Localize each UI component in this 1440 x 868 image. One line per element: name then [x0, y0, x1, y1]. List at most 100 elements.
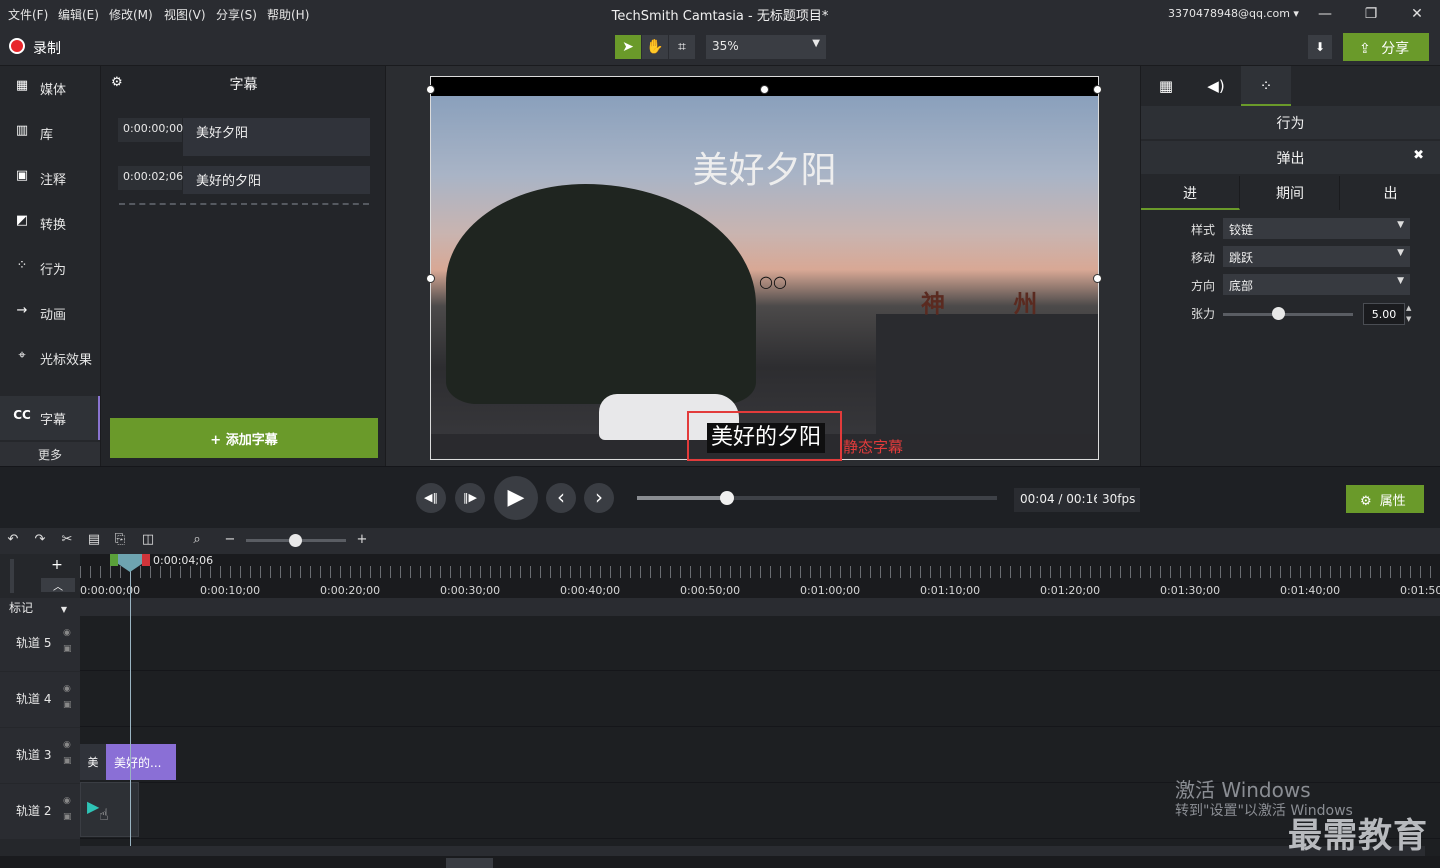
zoom-icon[interactable]: ⌕ [188, 532, 206, 550]
previous-button[interactable]: ‹ [546, 483, 576, 513]
tab-during[interactable]: 期间 [1241, 176, 1340, 210]
tick-label: 0:01:40;00 [1280, 584, 1341, 597]
hand-icon[interactable]: ✋ [642, 35, 668, 59]
clip-label: 美好的... [114, 756, 162, 770]
record-button[interactable]: 录制 [33, 38, 61, 58]
time-ruler[interactable]: 0:00:00;00 0:00:10;00 0:00:20;00 0:00:30… [80, 554, 1440, 598]
close-icon[interactable]: ✖ [1413, 148, 1424, 163]
nav-captions[interactable]: CC 字幕 [0, 396, 100, 440]
undo-icon[interactable]: ↶ [4, 532, 22, 550]
timeline-zoom-thumb[interactable] [289, 534, 302, 547]
eye-icon[interactable]: ◉ [63, 684, 71, 694]
horizontal-scrollbar[interactable] [80, 846, 1425, 856]
lock-icon[interactable]: ▣ [63, 756, 72, 766]
marker-label[interactable]: 标记 ▼ [9, 599, 67, 616]
split-icon[interactable]: ◫ [139, 532, 157, 550]
nav-transitions[interactable]: ◩ 转换 [0, 201, 100, 245]
zoom-in-icon[interactable]: + [353, 532, 371, 550]
track-row[interactable]: 轨道 4 ◉ ▣ [0, 672, 1440, 727]
close-window-button[interactable]: ✕ [1405, 4, 1429, 24]
timeline: + ︿ 0:00:00;00 0:00:10;00 0:00:20;00 0:0… [0, 554, 1440, 868]
caption-text-field[interactable]: 美好的夕阳 [183, 166, 370, 194]
scrollbar-thumb[interactable] [446, 858, 493, 868]
zoom-out-icon[interactable]: − [221, 532, 239, 550]
track-height-slider[interactable] [10, 559, 14, 593]
tick-label: 0:01:10;00 [920, 584, 981, 597]
track-header[interactable]: 轨道 3 ◉ ▣ [0, 728, 80, 783]
play-button[interactable]: ▶ [494, 476, 538, 520]
tension-stepper[interactable]: ▲ ▼ [1406, 303, 1413, 325]
minimize-button[interactable]: — [1313, 4, 1337, 24]
resize-handle[interactable] [1093, 274, 1102, 283]
copy-icon[interactable]: ▤ [85, 532, 103, 550]
scrub-thumb[interactable] [720, 491, 734, 505]
step-back-button[interactable]: ◀‖ [416, 483, 446, 513]
nav-behaviors[interactable]: ⁘ 行为 [0, 246, 100, 290]
share-button[interactable]: ⇪ 分享 [1343, 33, 1429, 61]
add-track-icon[interactable]: + [50, 558, 64, 572]
left-nav: ▦ 媒体 ▥ 库 ▣ 注释 ◩ 转换 ⁘ 行为 → 动画 ⌖ 光标效果 CC 字 [0, 66, 100, 466]
caption-text-field[interactable]: 美好夕阳 [183, 118, 370, 156]
caption-overlay[interactable]: 美好的夕阳 [707, 423, 826, 453]
visual-properties-icon[interactable]: ▦ [1141, 66, 1191, 106]
direction-select[interactable]: 底部 ▼ [1223, 274, 1410, 295]
tab-out[interactable]: 出 [1341, 176, 1440, 210]
lock-icon[interactable]: ▣ [63, 644, 72, 654]
eye-icon[interactable]: ◉ [63, 628, 71, 638]
nav-annotations[interactable]: ▣ 注释 [0, 156, 100, 200]
resize-handle[interactable] [760, 85, 769, 94]
nav-media[interactable]: ▦ 媒体 [0, 66, 100, 110]
pointer-icon[interactable]: ➤ [615, 35, 641, 59]
add-caption-button[interactable]: + 添加字幕 [110, 418, 378, 458]
eye-icon[interactable]: ◉ [63, 796, 71, 806]
caption-time[interactable]: 0:00:00;00 [118, 118, 183, 142]
properties-button[interactable]: ⚙ 属性 [1346, 485, 1424, 513]
tick-label: 0:00:00;00 [80, 584, 141, 597]
next-button[interactable]: › [584, 483, 614, 513]
transition-icon: ◩ [15, 213, 29, 228]
paste-icon[interactable]: ⎘ [111, 532, 129, 550]
title-bar: 文件(F) 编辑(E) 修改(M) 视图(V) 分享(S) 帮助(H) Tech… [0, 0, 1440, 28]
crop-icon[interactable]: ⌗ [669, 35, 695, 59]
nav-cursor-effects[interactable]: ⌖ 光标效果 [0, 336, 100, 380]
account-menu[interactable]: 3370478948@qq.com ▾ [1168, 7, 1299, 20]
nav-animations[interactable]: → 动画 [0, 291, 100, 335]
resize-handle[interactable] [426, 85, 435, 94]
download-icon[interactable]: ⬇ [1308, 35, 1332, 59]
behavior-properties-icon[interactable]: ⁘ [1241, 66, 1291, 106]
collapse-button[interactable]: ︿ [41, 578, 75, 593]
redo-icon[interactable]: ↷ [31, 532, 49, 550]
movement-select[interactable]: 跳跃 ▼ [1223, 246, 1410, 267]
audio-properties-icon[interactable]: ◀) [1191, 66, 1241, 106]
tension-slider-thumb[interactable] [1271, 307, 1285, 320]
track-row[interactable]: 轨道 5 ◉ ▣ [0, 616, 1440, 671]
record-icon[interactable] [9, 38, 25, 54]
zoom-select[interactable]: 35% ▼ [706, 35, 826, 59]
nav-library[interactable]: ▥ 库 [0, 111, 100, 155]
fps-readout[interactable]: 30fps [1097, 488, 1141, 512]
more-button[interactable]: 更多 [0, 442, 100, 466]
lock-icon[interactable]: ▣ [63, 700, 72, 710]
range-end-marker[interactable] [142, 554, 150, 566]
tension-input[interactable]: 5.00 [1363, 303, 1405, 325]
rotate-handle-icon[interactable]: ○○ [759, 272, 787, 291]
tension-slider[interactable] [1223, 313, 1353, 316]
step-forward-button[interactable]: ‖▶ [455, 483, 485, 513]
track-header[interactable]: 轨道 2 ◉ ▣ [0, 784, 80, 839]
caption-clip[interactable]: 美 美好的... [80, 744, 176, 780]
cut-icon[interactable]: ✂ [58, 532, 76, 550]
caption-time[interactable]: 0:00:02;06 [118, 166, 183, 190]
track-header[interactable]: 轨道 5 ◉ ▣ [0, 616, 80, 671]
range-start-marker[interactable] [110, 554, 118, 566]
behavior-icon: ⁘ [16, 258, 28, 273]
track-label: 轨道 4 [16, 692, 52, 706]
resize-handle[interactable] [1093, 85, 1102, 94]
chevron-down-icon: ▼ [60, 605, 67, 614]
tab-in[interactable]: 进 [1141, 176, 1240, 210]
resize-handle[interactable] [426, 274, 435, 283]
style-select[interactable]: 铰链 ▼ [1223, 218, 1410, 239]
eye-icon[interactable]: ◉ [63, 740, 71, 750]
track-header[interactable]: 轨道 4 ◉ ▣ [0, 672, 80, 727]
restore-button[interactable]: ❐ [1359, 4, 1383, 24]
lock-icon[interactable]: ▣ [63, 812, 72, 822]
